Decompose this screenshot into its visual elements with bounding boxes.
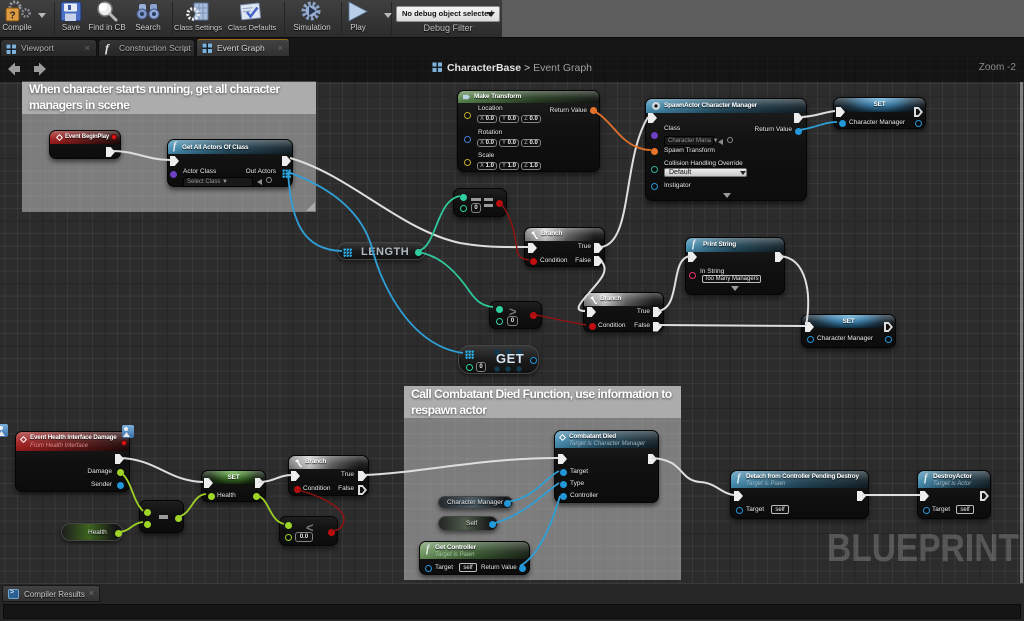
svg-text:?: ? [9,11,15,22]
